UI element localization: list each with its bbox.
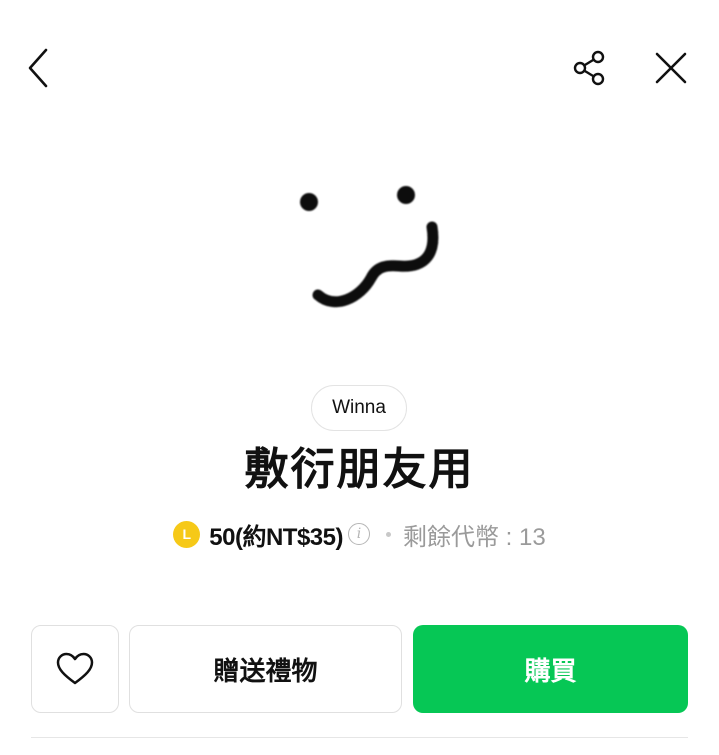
favorite-button[interactable] <box>31 625 119 713</box>
price-label: 50(約NT$35) <box>209 523 343 551</box>
smiley-face-sticker <box>300 186 439 308</box>
close-button[interactable] <box>647 44 695 92</box>
heart-outline-icon <box>56 652 94 685</box>
buy-button[interactable]: 購買 <box>413 625 688 713</box>
share-button[interactable] <box>565 44 613 92</box>
close-icon <box>655 52 687 84</box>
action-bar: 贈送禮物 購買 <box>31 625 688 713</box>
price-row: L 50(約NT$35) i 剩餘代幣 : 13 <box>0 514 719 554</box>
share-icon <box>573 50 605 86</box>
chevron-left-icon <box>28 48 48 88</box>
back-button[interactable] <box>14 44 62 92</box>
remaining-coins: 剩餘代幣 : 13 <box>403 523 546 551</box>
page-title: 敷衍朋友用 <box>244 444 475 495</box>
info-icon[interactable]: i <box>348 523 370 545</box>
line-coin-icon: L <box>173 520 201 548</box>
author-chip[interactable]: Winna <box>311 385 407 431</box>
send-gift-button[interactable]: 贈送禮物 <box>129 625 402 713</box>
sticker-preview[interactable] <box>285 170 445 330</box>
separator-dot <box>386 531 391 537</box>
divider <box>31 737 688 738</box>
